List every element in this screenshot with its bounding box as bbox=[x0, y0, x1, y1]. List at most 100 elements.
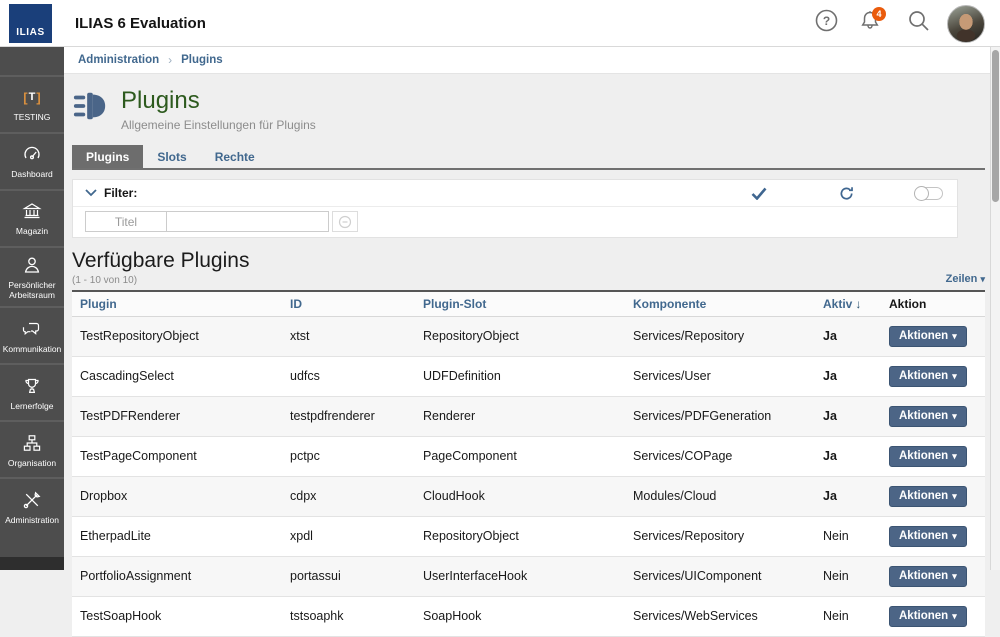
tab[interactable]: Rechte bbox=[201, 145, 269, 168]
breadcrumb: Administration › Plugins › bbox=[64, 47, 1000, 74]
breadcrumb-separator-icon: › bbox=[168, 53, 172, 67]
cell-id: xpdl bbox=[282, 516, 415, 556]
cell-plugin-slot: UserInterfaceHook bbox=[415, 556, 625, 596]
chevron-down-icon: ▾ bbox=[952, 611, 957, 621]
sidebar-item[interactable]: Dashboard bbox=[0, 132, 64, 189]
scrollbar-thumb[interactable] bbox=[992, 50, 999, 202]
cell-aktiv: Ja bbox=[815, 476, 881, 516]
sidebar-item[interactable]: [T] TESTING bbox=[0, 75, 64, 132]
aktionen-button[interactable]: Aktionen▾ bbox=[889, 566, 967, 587]
top-header: ILIAS ILIAS 6 Evaluation ? 4 bbox=[0, 0, 1000, 47]
chevron-down-icon: ▾ bbox=[952, 571, 957, 581]
cell-komponente: Services/Repository bbox=[625, 516, 815, 556]
sidebar-item[interactable]: Administration bbox=[0, 477, 64, 534]
cell-plugin: EtherpadLite bbox=[72, 516, 282, 556]
aktionen-button[interactable]: Aktionen▾ bbox=[889, 486, 967, 507]
filter-title-input[interactable] bbox=[167, 211, 329, 232]
filter-apply-icon[interactable] bbox=[751, 187, 767, 205]
aktionen-button[interactable]: Aktionen▾ bbox=[889, 326, 967, 347]
column-header-plugin-slot[interactable]: Plugin-Slot bbox=[415, 291, 625, 317]
plugin-icon bbox=[72, 90, 108, 122]
search-icon bbox=[907, 9, 930, 37]
cell-aktiv: Nein bbox=[815, 556, 881, 596]
vertical-scrollbar[interactable] bbox=[990, 47, 1000, 570]
aktionen-button[interactable]: Aktionen▾ bbox=[889, 526, 967, 547]
help-button[interactable]: ? bbox=[813, 10, 839, 36]
table-row: PortfolioAssignment portassui UserInterf… bbox=[72, 556, 985, 596]
cell-plugin: PortfolioAssignment bbox=[72, 556, 282, 596]
filter-label: Filter: bbox=[104, 186, 137, 200]
cell-aktion: Aktionen▾ bbox=[881, 556, 985, 596]
cell-plugin-slot: RepositoryObject bbox=[415, 316, 625, 356]
sidebar-item[interactable]: Persönlicher Arbeitsraum bbox=[0, 246, 64, 306]
sidebar-item[interactable]: Kommunikation bbox=[0, 306, 64, 363]
cell-komponente: Services/UIComponent bbox=[625, 556, 815, 596]
cell-aktiv: Ja bbox=[815, 316, 881, 356]
table-count: (1 - 10 von 10) bbox=[72, 275, 985, 286]
help-icon: ? bbox=[815, 9, 838, 37]
tab[interactable]: Slots bbox=[143, 145, 200, 168]
plugins-table: Plugin ID Plugin-Slot Komponente Aktiv↓ … bbox=[72, 290, 985, 637]
user-avatar[interactable] bbox=[947, 5, 985, 43]
rows-dropdown[interactable]: Zeilen ▾ bbox=[946, 273, 985, 285]
filter-panel: Filter: Titel bbox=[72, 179, 958, 238]
main-content: Plugins Allgemeine Einstellungen für Plu… bbox=[64, 74, 985, 637]
column-header-aktiv[interactable]: Aktiv↓ bbox=[815, 291, 881, 317]
table-row: TestRepositoryObject xtst RepositoryObje… bbox=[72, 316, 985, 356]
cell-plugin: TestSoapHook bbox=[72, 596, 282, 636]
aktionen-button[interactable]: Aktionen▾ bbox=[889, 366, 967, 387]
cell-aktiv: Nein bbox=[815, 516, 881, 556]
cell-plugin: CascadingSelect bbox=[72, 356, 282, 396]
column-header-plugin[interactable]: Plugin bbox=[72, 291, 282, 317]
cell-id: udfcs bbox=[282, 356, 415, 396]
sidebar-item[interactable]: Lernerfolge bbox=[0, 363, 64, 420]
cell-aktion: Aktionen▾ bbox=[881, 516, 985, 556]
search-button[interactable] bbox=[905, 10, 931, 36]
app-title: ILIAS 6 Evaluation bbox=[75, 15, 206, 32]
filter-toggle[interactable] bbox=[915, 187, 943, 200]
cell-aktion: Aktionen▾ bbox=[881, 356, 985, 396]
chevron-down-icon: ▾ bbox=[980, 274, 985, 284]
ilias-logo[interactable]: ILIAS bbox=[9, 4, 52, 43]
column-header-komponente[interactable]: Komponente bbox=[625, 291, 815, 317]
breadcrumb-link[interactable]: Administration › bbox=[78, 53, 181, 67]
cell-plugin-slot: Renderer bbox=[415, 396, 625, 436]
tab-bar: Plugins Slots Rechte bbox=[72, 145, 985, 170]
chevron-down-icon: ▾ bbox=[952, 451, 957, 461]
page-title: Plugins bbox=[121, 87, 316, 115]
chevron-down-icon: ▾ bbox=[952, 331, 957, 341]
cell-aktiv: Ja bbox=[815, 436, 881, 476]
cell-komponente: Services/COPage bbox=[625, 436, 815, 476]
table-row: EtherpadLite xpdl RepositoryObject Servi… bbox=[72, 516, 985, 556]
page-subtitle: Allgemeine Einstellungen für Plugins bbox=[121, 118, 316, 132]
main-sidebar: [T] TESTING Dashboard Magazin Persönlich… bbox=[0, 47, 64, 570]
cell-komponente: Modules/Cloud bbox=[625, 476, 815, 516]
column-header-id[interactable]: ID bbox=[282, 291, 415, 317]
cell-plugin-slot: RepositoryObject bbox=[415, 516, 625, 556]
tab[interactable]: Plugins bbox=[72, 145, 143, 168]
filter-field-label: Titel bbox=[85, 211, 167, 232]
aktionen-button[interactable]: Aktionen▾ bbox=[889, 606, 967, 627]
aktionen-button[interactable]: Aktionen▾ bbox=[889, 406, 967, 427]
cell-aktiv: Ja bbox=[815, 356, 881, 396]
table-row: TestSoapHook tstsoaphk SoapHook Services… bbox=[72, 596, 985, 636]
toggle-knob bbox=[914, 186, 929, 201]
breadcrumb-link[interactable]: Plugins › bbox=[181, 54, 223, 66]
cell-id: pctpc bbox=[282, 436, 415, 476]
cell-komponente: Services/User bbox=[625, 356, 815, 396]
aktionen-button[interactable]: Aktionen▾ bbox=[889, 446, 967, 467]
cell-komponente: Services/PDFGeneration bbox=[625, 396, 815, 436]
cell-komponente: Services/WebServices bbox=[625, 596, 815, 636]
sidebar-item[interactable]: Organisation bbox=[0, 420, 64, 477]
cell-id: testpdfrenderer bbox=[282, 396, 415, 436]
sidebar-item[interactable]: Magazin bbox=[0, 189, 64, 246]
filter-remove-button[interactable] bbox=[332, 211, 358, 232]
cell-id: xtst bbox=[282, 316, 415, 356]
filter-reset-icon[interactable] bbox=[839, 186, 854, 206]
cell-id: tstsoaphk bbox=[282, 596, 415, 636]
cell-aktion: Aktionen▾ bbox=[881, 396, 985, 436]
filter-collapse-icon[interactable] bbox=[85, 189, 97, 197]
cell-plugin: TestPDFRenderer bbox=[72, 396, 282, 436]
sort-desc-icon: ↓ bbox=[855, 297, 861, 311]
cell-plugin-slot: SoapHook bbox=[415, 596, 625, 636]
